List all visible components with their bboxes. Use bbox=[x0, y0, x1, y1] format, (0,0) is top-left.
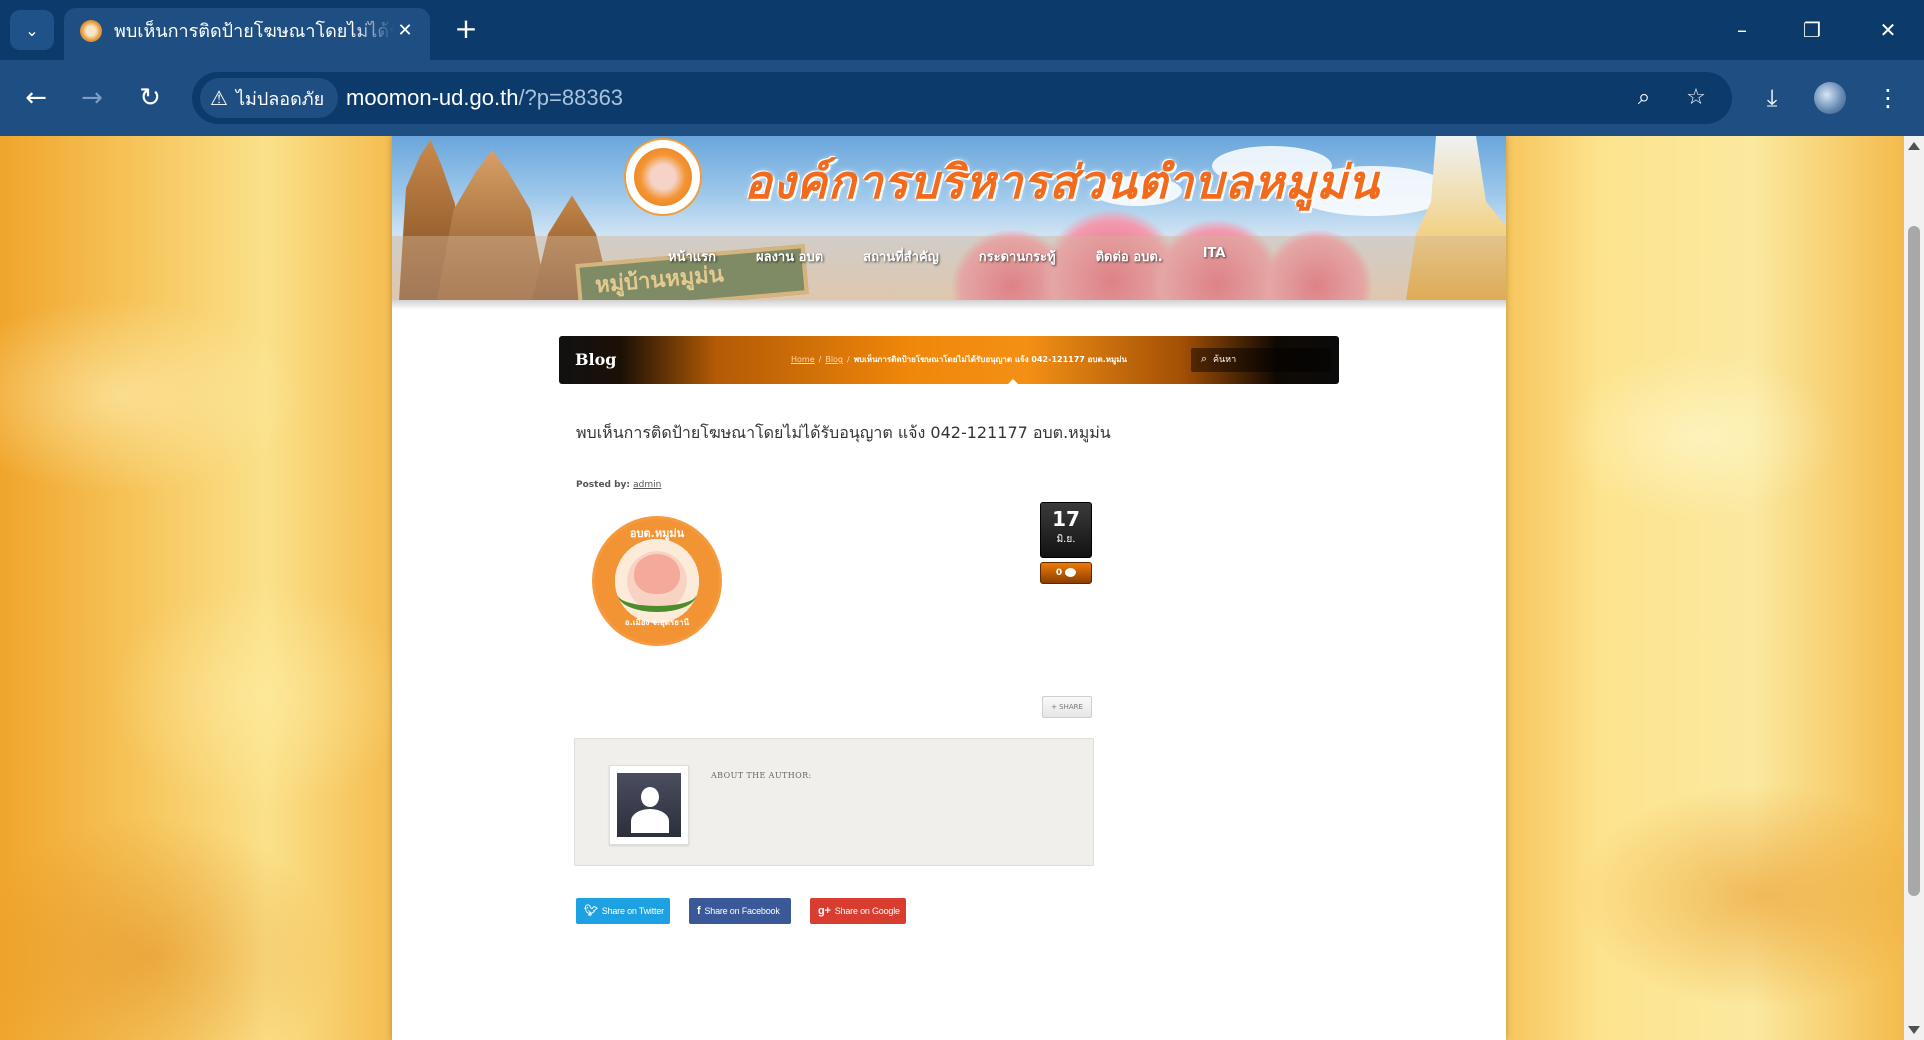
share-facebook-button[interactable]: f Share on Facebook bbox=[689, 898, 791, 924]
share-facebook-label: Share on Facebook bbox=[704, 906, 780, 916]
scroll-down-icon[interactable] bbox=[1908, 1026, 1920, 1034]
profile-avatar-icon[interactable] bbox=[1814, 82, 1846, 114]
author-avatar bbox=[617, 773, 681, 837]
author-link[interactable]: admin bbox=[633, 480, 661, 490]
title-bar-caret bbox=[1007, 379, 1019, 385]
reload-icon: ↻ bbox=[139, 83, 161, 113]
breadcrumb-blog[interactable]: Blog bbox=[825, 355, 843, 364]
comment-bubble-icon bbox=[1065, 568, 1077, 577]
header-shadow bbox=[392, 300, 1506, 310]
comment-count: 0 bbox=[1055, 568, 1063, 578]
breadcrumb-current: พบเห็นการติดป้ายโฆษณาโดยไม่ได้รับอนุญาต … bbox=[853, 355, 1128, 364]
post-date-day: 17 bbox=[1052, 507, 1080, 531]
logo-top-text: อบต.หมูม่น bbox=[629, 527, 685, 540]
page-viewport: หมู่บ้านหมูม่น องค์การบริหารส่วนตำบลหมูม… bbox=[0, 136, 1904, 1040]
post-date-month: มิ.ย. bbox=[1056, 534, 1076, 545]
avatar-head-icon bbox=[641, 787, 659, 807]
address-bar[interactable]: ⚠ ไม่ปลอดภัย moomon-ud.go.th/?p=88363 ⌕ … bbox=[192, 72, 1732, 124]
back-button[interactable]: ← bbox=[16, 78, 56, 118]
facebook-icon: f bbox=[697, 905, 701, 917]
breadcrumb-home[interactable]: Home bbox=[791, 355, 815, 364]
tab-search-menu-button[interactable]: ⌄ bbox=[10, 10, 54, 50]
post-date-badge: 17 มิ.ย. bbox=[1040, 502, 1092, 558]
author-avatar-frame bbox=[609, 765, 689, 845]
window-close-button[interactable]: ✕ bbox=[1868, 10, 1908, 50]
share-twitter-button[interactable]: 🐦︎ Share on Twitter bbox=[576, 898, 670, 924]
nav-item-forum[interactable]: กระดานกระทู้ bbox=[959, 246, 1076, 267]
browser-toolbar: ← → ↻ ⚠ ไม่ปลอดภัย moomon-ud.go.th/?p=88… bbox=[0, 60, 1924, 136]
logo-bottom-text: อ.เมือง จ.อุดรธานี bbox=[624, 618, 690, 627]
share-twitter-label: Share on Twitter bbox=[601, 906, 664, 916]
nav-item-home[interactable]: หน้าแรก bbox=[648, 246, 736, 267]
zoom-icon[interactable]: ⌕ bbox=[1624, 78, 1664, 118]
avatar-shoulders-icon bbox=[631, 809, 669, 833]
restore-button[interactable]: ❐ bbox=[1792, 10, 1832, 50]
minimize-button[interactable]: – bbox=[1722, 10, 1762, 50]
posted-by-label: Posted by: bbox=[576, 480, 631, 490]
browser-tab-bar: ⌄ พบเห็นการติดป้ายโฆษณาโดยไม่ได้รับอนุญา… bbox=[0, 0, 1924, 60]
chevron-down-icon: ⌄ bbox=[25, 20, 39, 40]
new-tab-button[interactable]: + bbox=[450, 14, 482, 46]
search-input[interactable] bbox=[1213, 351, 1323, 369]
forward-button[interactable]: → bbox=[72, 78, 112, 118]
scroll-up-icon[interactable] bbox=[1908, 142, 1920, 150]
bookmark-star-icon[interactable]: ☆ bbox=[1676, 78, 1716, 118]
site-title[interactable]: องค์การบริหารส่วนตำบลหมูม่น bbox=[744, 146, 1380, 219]
share-button[interactable]: + SHARE bbox=[1042, 696, 1092, 718]
arrow-right-icon: → bbox=[81, 83, 103, 113]
wreath-emblem-icon bbox=[618, 578, 696, 612]
reload-button[interactable]: ↻ bbox=[130, 78, 170, 118]
url-text[interactable]: moomon-ud.go.th/?p=88363 bbox=[346, 72, 623, 124]
about-author-label: ABOUT THE AUTHOR: bbox=[711, 771, 812, 780]
post-meta: Posted by: admin bbox=[576, 480, 661, 490]
url-path: /?p=88363 bbox=[518, 85, 624, 110]
security-label: ไม่ปลอดภัย bbox=[235, 88, 325, 109]
comment-count-badge[interactable]: 0 bbox=[1040, 562, 1092, 584]
security-indicator[interactable]: ⚠ ไม่ปลอดภัย bbox=[200, 78, 339, 118]
tab-close-icon[interactable]: ✕ bbox=[392, 18, 418, 44]
google-plus-icon: g+ bbox=[818, 905, 831, 917]
page-scrollbar[interactable] bbox=[1904, 136, 1924, 1040]
search-icon[interactable]: ⌕ bbox=[1197, 351, 1211, 365]
post-title: พบเห็นการติดป้ายโฆษณาโดยไม่ได้รับอนุญาต … bbox=[576, 423, 1111, 442]
site-header-banner: หมู่บ้านหมูม่น องค์การบริหารส่วนตำบลหมูม… bbox=[392, 136, 1506, 300]
warning-icon: ⚠ bbox=[210, 87, 228, 110]
nav-item-works[interactable]: ผลงาน อบต bbox=[736, 246, 843, 267]
browser-tab-active[interactable]: พบเห็นการติดป้ายโฆษณาโดยไม่ได้รับอนุญาต … bbox=[64, 8, 430, 60]
nav-item-ita[interactable]: ITA bbox=[1183, 246, 1246, 267]
kebab-menu-icon[interactable]: ⋮ bbox=[1868, 78, 1908, 118]
share-google-label: Share on Google bbox=[834, 906, 900, 916]
page-container: หมู่บ้านหมูม่น องค์การบริหารส่วนตำบลหมูม… bbox=[392, 136, 1506, 1040]
section-title: Blog bbox=[575, 350, 617, 369]
breadcrumb-separator: / bbox=[847, 355, 850, 364]
breadcrumb: Home / Blog / พบเห็นการติดป้ายโฆษณาโดยไม่ได้… bbox=[791, 336, 1127, 384]
share-google-button[interactable]: g+ Share on Google bbox=[810, 898, 906, 924]
scrollbar-thumb[interactable] bbox=[1908, 226, 1920, 896]
url-host: moomon-ud.go.th bbox=[346, 85, 519, 110]
nav-item-contact[interactable]: ติดต่อ อบต. bbox=[1076, 246, 1183, 267]
page-title-bar: Blog Home / Blog / พบเห็นการติดป้ายโฆษณาโดยไ… bbox=[559, 336, 1339, 385]
twitter-icon: 🐦︎ bbox=[584, 905, 598, 917]
breadcrumb-separator: / bbox=[818, 355, 822, 364]
arrow-left-icon: ← bbox=[25, 83, 47, 113]
site-favicon-icon bbox=[80, 20, 102, 42]
main-navigation: หน้าแรก ผลงาน อบต สถานที่สำคัญ กระดานกระ… bbox=[392, 236, 1506, 300]
nav-item-places[interactable]: สถานที่สำคัญ bbox=[843, 246, 959, 267]
download-icon[interactable]: ⤓ bbox=[1752, 78, 1792, 118]
site-search: ⌕ bbox=[1191, 348, 1331, 372]
about-author-box: ABOUT THE AUTHOR: bbox=[574, 738, 1094, 866]
post-featured-image[interactable]: อบต.หมูม่น อ.เมือง จ.อุดรธานี bbox=[592, 516, 722, 646]
site-logo[interactable] bbox=[624, 138, 702, 216]
tab-title: พบเห็นการติดป้ายโฆษณาโดยไม่ได้รับอนุญาต … bbox=[114, 21, 394, 41]
